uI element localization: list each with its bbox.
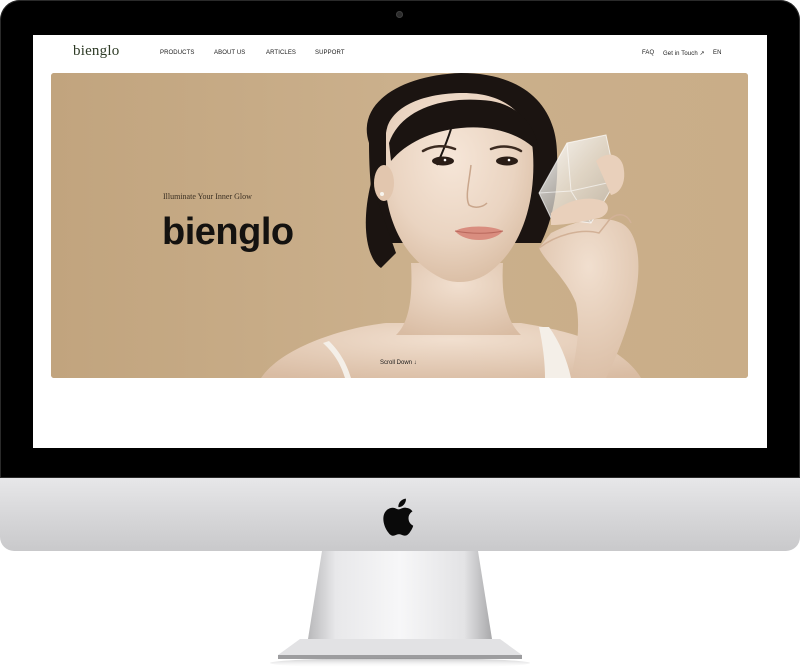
scroll-down-link[interactable]: Scroll Down ↓ (380, 360, 417, 366)
nav-support[interactable]: SUPPORT (315, 50, 345, 56)
hero-tagline: Illuminate Your Inner Glow (163, 192, 252, 201)
monitor-bezel: bienglo PRODUCTS ABOUT US ARTICLES SUPPO… (0, 0, 800, 478)
nav-articles[interactable]: ARTICLES (266, 50, 296, 56)
nav-about-us[interactable]: ABOUT US (214, 50, 245, 56)
brand-logo[interactable]: bienglo (73, 43, 119, 60)
language-selector[interactable]: EN (713, 50, 722, 56)
camera-icon (396, 11, 403, 18)
hero-portrait-image (51, 73, 748, 378)
hero-banner: Illuminate Your Inner Glow bienglo Scrol… (51, 73, 748, 378)
nav-products[interactable]: PRODUCTS (160, 50, 194, 56)
monitor-stand (270, 551, 530, 668)
website-screen: bienglo PRODUCTS ABOUT US ARTICLES SUPPO… (33, 35, 767, 448)
top-navigation: bienglo PRODUCTS ABOUT US ARTICLES SUPPO… (33, 35, 767, 73)
apple-logo-icon (383, 498, 414, 536)
nav-faq[interactable]: FAQ (642, 50, 654, 56)
get-in-touch-link[interactable]: Get in Touch ↗ (663, 50, 705, 57)
hero-title: bienglo (162, 211, 294, 253)
